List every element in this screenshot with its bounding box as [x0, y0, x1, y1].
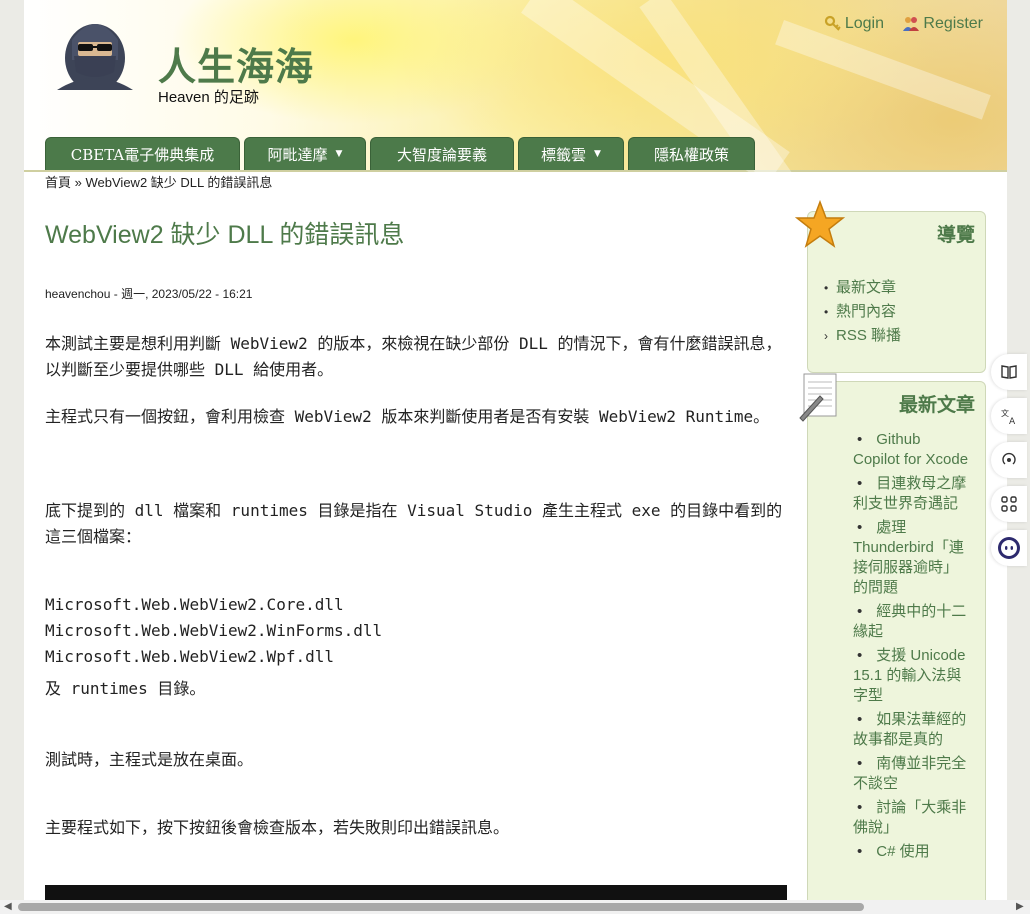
scroll-left-arrow-icon[interactable]: ◀ [4, 901, 12, 912]
recent-post-link[interactable]: • 處理 Thunderbird「連接伺服器逾時」的問題 [853, 518, 971, 598]
nav-link-rss[interactable]: › RSS 聯播 [824, 324, 901, 348]
code-block [45, 885, 787, 900]
paragraph: 底下提到的 dll 檔案和 runtimes 目錄是指在 Visual Stud… [45, 501, 783, 546]
assistant-face-icon [998, 537, 1020, 559]
code-line: Microsoft.Web.WebView2.Core.dll [45, 595, 344, 614]
recent-post-link[interactable]: • C# 使用 [853, 842, 971, 862]
recent-posts-list: • Github Copilot for Xcode • 目連救母之摩利支世界奇遇記… [853, 430, 971, 866]
recent-post-link[interactable]: • 經典中的十二緣起 [853, 602, 971, 642]
nav-item-privacy[interactable]: 隱私權政策 [628, 137, 755, 170]
nav-link-popular[interactable]: • 熱門內容 [824, 300, 901, 324]
nav-item-label: 大智度論要義 [396, 145, 487, 164]
nav-link-latest[interactable]: • 最新文章 [824, 276, 901, 300]
recent-post-link[interactable]: • 目連救母之摩利支世界奇遇記 [853, 474, 971, 514]
recent-post-link[interactable]: • 如果法華經的故事都是真的 [853, 710, 971, 750]
translate-button[interactable]: 文A [991, 398, 1027, 434]
main-content: WebView2 缺少 DLL 的錯誤訊息 heavenchou - 週一, 2… [45, 215, 787, 900]
nav-item-label: CBETA電子佛典集成 [70, 145, 215, 164]
translate-icon: 文A [1001, 408, 1016, 425]
paragraph: 本測試主要是想利用判斷 WebView2 的版本，來檢視在缺少部份 DLL 的情… [45, 334, 782, 379]
ninja-avatar-logo[interactable] [52, 10, 138, 90]
navigation-block: 導覽 • 最新文章 • 熱門內容 › RSS 聯播 [795, 200, 986, 373]
nav-item-abhidharma[interactable]: 阿毗達摩 ▼ [244, 137, 366, 170]
notepad-pen-icon [799, 373, 837, 422]
dropdown-caret-icon: ▼ [594, 149, 601, 159]
scroll-right-arrow-icon[interactable]: ▶ [1016, 901, 1024, 912]
header: 人生海海 Heaven 的足跡 Login Register CBETA電子佛典… [24, 0, 1007, 221]
recent-post-link[interactable]: • Github Copilot for Xcode [853, 430, 971, 470]
nav-item-label: 標籤雲 [541, 145, 587, 164]
apps-grid-icon [1001, 496, 1017, 512]
svg-text:文: 文 [1001, 408, 1009, 418]
browser-side-panel: 文A [978, 352, 1030, 572]
recent-post-link[interactable]: • 討論「大乘非佛說」 [853, 798, 971, 838]
register-link[interactable]: Register [902, 15, 983, 33]
horizontal-scrollbar[interactable]: ◀ ▶ [0, 900, 1030, 914]
nav-item-cbeta[interactable]: CBETA電子佛典集成 [45, 137, 240, 170]
dropdown-caret-icon: ▼ [335, 149, 343, 159]
code-line: Microsoft.Web.WebView2.Wpf.dll [45, 647, 334, 666]
code-line: Microsoft.Web.WebView2.WinForms.dll [45, 621, 383, 640]
navigation-list: • 最新文章 • 熱門內容 › RSS 聯播 [824, 276, 901, 348]
register-label: Register [923, 15, 983, 32]
key-icon [824, 15, 841, 31]
recent-post-link[interactable]: • 支援 Unicode 15.1 的輸入法與字型 [853, 646, 971, 706]
recent-post-link[interactable]: • 南傳並非完全不談空 [853, 754, 971, 794]
breadcrumb-current: WebView2 缺少 DLL 的錯誤訊息 [85, 175, 273, 190]
paragraph: 主要程式如下，按下按鈕後會檢查版本，若失敗則印出錯誤訊息。 [45, 818, 510, 837]
article-meta: heavenchou - 週一, 2023/05/22 - 16:21 [45, 285, 253, 302]
site-slogan: Heaven 的足跡 [158, 89, 259, 106]
broadcast-icon [1002, 452, 1016, 465]
login-label: Login [844, 15, 884, 32]
breadcrumb-separator: » [74, 175, 82, 190]
paragraph: 主程式只有一個按鈕，會利用檢查 WebView2 版本來判斷使用者是否有安裝 W… [45, 407, 770, 426]
recent-posts-block: 最新文章 • Github Copilot for Xcode • 目連救母之摩利支… [799, 373, 986, 900]
nav-item-dazhidu[interactable]: 大智度論要義 [370, 137, 514, 170]
read-aloud-button[interactable] [991, 442, 1027, 478]
user-links: Login Register [810, 15, 983, 38]
breadcrumb: 首頁 » WebView2 缺少 DLL 的錯誤訊息 [45, 172, 272, 191]
article-title[interactable]: WebView2 缺少 DLL 的錯誤訊息 [45, 215, 787, 251]
paragraph: 及 runtimes 目錄。 [45, 679, 206, 698]
page: 人生海海 Heaven 的足跡 Login Register CBETA電子佛典… [24, 0, 1007, 900]
nav-item-label: 隱私權政策 [653, 145, 729, 164]
main-nav: CBETA電子佛典集成 阿毗達摩 ▼ 大智度論要義 標籤雲 ▼ 隱私權政策 [45, 137, 759, 170]
users-icon [903, 17, 920, 31]
author-link[interactable]: heavenchou [45, 287, 110, 301]
assistant-button[interactable] [991, 530, 1027, 566]
nav-item-label: 阿毗達摩 [267, 145, 328, 164]
sidebar: 導覽 • 最新文章 • 熱門內容 › RSS 聯播 最新文章 • Github Copi… [795, 200, 986, 900]
book-icon [1001, 365, 1017, 379]
site-name[interactable]: 人生海海 [158, 36, 314, 91]
star-icon [795, 200, 845, 248]
svg-text:A: A [1009, 417, 1016, 425]
reading-view-button[interactable] [991, 354, 1027, 390]
submitted-date: - 週一, 2023/05/22 - 16:21 [113, 287, 253, 301]
paragraph: 測試時，主程式是放在桌面。 [45, 750, 254, 769]
login-link[interactable]: Login [824, 15, 884, 33]
breadcrumb-home-link[interactable]: 首頁 [45, 175, 71, 190]
nav-item-tag-cloud[interactable]: 標籤雲 ▼ [518, 137, 624, 170]
apps-button[interactable] [991, 486, 1027, 522]
scrollbar-thumb[interactable] [18, 903, 864, 911]
